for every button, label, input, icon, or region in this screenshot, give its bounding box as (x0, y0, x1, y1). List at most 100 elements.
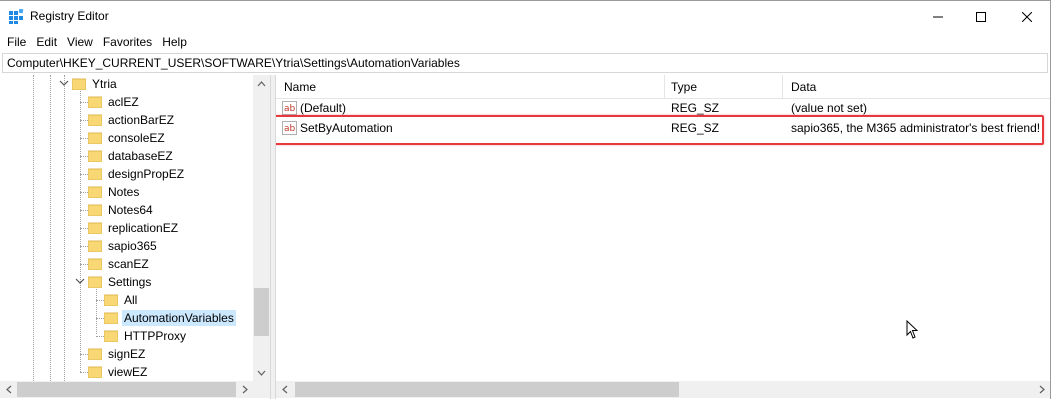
scroll-down-icon[interactable] (253, 364, 270, 381)
tree-horizontal-scroll-thumb[interactable] (17, 382, 236, 397)
tree-item-designpropez[interactable]: designPropEZ (87, 165, 186, 183)
tree-line (96, 300, 104, 301)
collapse-ytria-icon[interactable] (59, 78, 69, 88)
tree-horizontal-scrollbar[interactable] (0, 381, 253, 398)
folder-icon (87, 222, 103, 235)
folder-icon (87, 114, 103, 127)
folder-icon (87, 240, 103, 253)
window-title: Registry Editor (30, 9, 109, 23)
tree-item-label: consoleEZ (108, 131, 165, 145)
scroll-left-icon[interactable] (0, 381, 17, 398)
folder-icon (87, 132, 103, 145)
tree-vertical-scrollbar[interactable] (253, 75, 270, 381)
column-header-type[interactable]: Type (663, 75, 783, 99)
menu-favorites[interactable]: Favorites (98, 32, 157, 52)
close-icon (1022, 11, 1032, 22)
column-header-data[interactable]: Data (783, 75, 1050, 99)
value-row-setbyautomation[interactable]: ab SetByAutomation REG_SZ sapio365, the … (276, 119, 1050, 137)
tree-item-label: Notes64 (108, 203, 153, 217)
tree-item-automationvariables[interactable]: AutomationVariables (103, 309, 236, 327)
tree-item-label: signEZ (108, 347, 146, 361)
tree-line (80, 246, 88, 247)
tree-item-label: AutomationVariables (122, 310, 236, 326)
collapse-settings-icon[interactable] (75, 276, 85, 286)
tree-line (50, 75, 51, 381)
string-value-icon: ab (282, 101, 297, 115)
tree-item-viewez[interactable]: viewEZ (87, 363, 149, 381)
menu-file[interactable]: File (2, 32, 31, 52)
tree-item-replicationez[interactable]: replicationEZ (87, 219, 180, 237)
scroll-left-icon[interactable] (276, 381, 293, 398)
tree-item-label: scanEZ (108, 257, 149, 271)
tree-line (80, 138, 88, 139)
minimize-icon (933, 16, 943, 17)
tree-item-ytria[interactable]: Ytria (71, 75, 119, 93)
close-button[interactable] (1004, 1, 1050, 32)
tree-item-httpproxy[interactable]: HTTPProxy (103, 327, 188, 345)
minimize-button[interactable] (915, 1, 961, 32)
tree-line (64, 75, 65, 381)
value-data: (value not set) (791, 101, 868, 115)
tree-line (33, 75, 34, 381)
folder-icon (87, 168, 103, 181)
tree-item-scanez[interactable]: scanEZ (87, 255, 151, 273)
tree-item-settings[interactable]: Settings (87, 273, 153, 291)
value-row-default[interactable]: ab (Default) REG_SZ (value not set) (276, 99, 1050, 117)
scroll-right-icon[interactable] (1033, 381, 1050, 398)
string-value-icon: ab (282, 121, 297, 135)
folder-icon (87, 276, 103, 289)
tree-item-consoleez[interactable]: consoleEZ (87, 129, 167, 147)
key-tree: Ytria aclEZ actionBarEZ consoleEZ databa… (0, 75, 253, 381)
folder-icon (87, 348, 103, 361)
tree-line (80, 192, 88, 193)
folder-icon (71, 78, 87, 91)
tree-item-signez[interactable]: signEZ (87, 345, 147, 363)
scroll-up-icon[interactable] (253, 75, 270, 92)
tree-line (96, 318, 104, 319)
value-name: SetByAutomation (300, 121, 393, 135)
menu-view[interactable]: View (62, 32, 98, 52)
tree-line (80, 120, 88, 121)
tree-item-label: replicationEZ (108, 221, 179, 235)
list-header: Name Type Data (276, 75, 1050, 99)
maximize-button[interactable] (958, 1, 1004, 32)
value-data: sapio365, the M365 administrator's best … (791, 121, 1041, 135)
value-type: REG_SZ (671, 101, 720, 115)
list-horizontal-scrollbar[interactable] (276, 381, 1050, 398)
tree-item-label: viewEZ (108, 365, 148, 379)
tree-item-sapio365[interactable]: sapio365 (87, 237, 159, 255)
tree-item-notes[interactable]: Notes (87, 183, 141, 201)
scroll-right-icon[interactable] (236, 381, 253, 398)
title-bar: Registry Editor (0, 1, 1050, 32)
column-header-name[interactable]: Name (276, 75, 665, 99)
tree-item-label: All (124, 293, 138, 307)
folder-icon (103, 294, 119, 307)
key-tree-pane: Ytria aclEZ actionBarEZ consoleEZ databa… (0, 75, 270, 399)
tree-item-label: aclEZ (108, 95, 139, 109)
address-bar[interactable]: Computer\HKEY_CURRENT_USER\SOFTWARE\Ytri… (2, 53, 1048, 73)
tree-item-aclez[interactable]: aclEZ (87, 93, 141, 111)
menu-edit[interactable]: Edit (31, 32, 62, 52)
tree-line (80, 174, 88, 175)
folder-icon (87, 366, 103, 379)
folder-icon (103, 330, 119, 343)
tree-item-label: Settings (108, 275, 152, 289)
tree-item-label: Ytria (92, 77, 117, 91)
value-name: (Default) (300, 101, 347, 115)
tree-vertical-scroll-thumb[interactable] (254, 288, 269, 336)
tree-item-notes64[interactable]: Notes64 (87, 201, 155, 219)
folder-icon (87, 96, 103, 109)
tree-item-label: HTTPProxy (124, 329, 187, 343)
tree-item-actionbarez[interactable]: actionBarEZ (87, 111, 176, 129)
registry-editor-icon (9, 9, 24, 24)
tree-line (96, 289, 97, 334)
tree-item-label: Notes (108, 185, 140, 199)
tree-item-databaseez[interactable]: databaseEZ (87, 147, 175, 165)
values-list-pane: Name Type Data ab (Default) REG_SZ (valu… (276, 75, 1050, 399)
tree-item-label: actionBarEZ (108, 113, 175, 127)
menu-bar: File Edit View Favorites Help (0, 32, 1050, 52)
tree-item-label: designPropEZ (108, 167, 185, 181)
tree-item-all[interactable]: All (103, 291, 139, 309)
menu-help[interactable]: Help (157, 32, 192, 52)
list-horizontal-scroll-thumb[interactable] (295, 382, 679, 397)
